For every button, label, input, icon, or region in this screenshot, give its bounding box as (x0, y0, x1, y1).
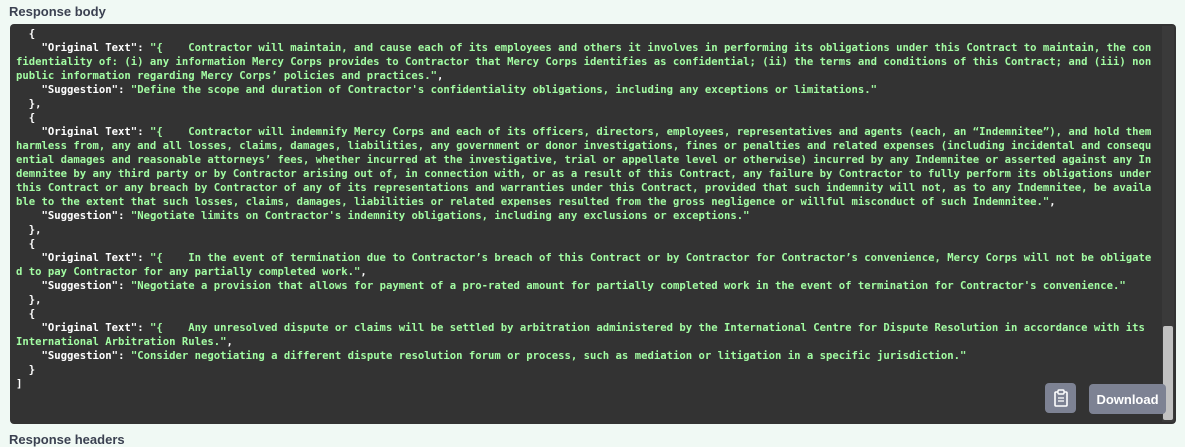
original-text-value: "{ Contractor will indemnify Mercy Corps… (16, 126, 1158, 208)
original-text-key: "Original Text" (41, 252, 138, 264)
suggestion-key: "Suggestion" (41, 84, 119, 96)
response-body-code: { "Original Text": "{ Contractor will ma… (10, 24, 1176, 424)
suggestion-key: "Suggestion" (41, 280, 119, 292)
original-text-key: "Original Text" (41, 126, 138, 138)
download-button[interactable]: Download (1089, 384, 1166, 414)
suggestion-value: "Negotiate a provision that allows for p… (130, 280, 1126, 292)
close-bracket: ] (16, 378, 23, 390)
original-text-value: "{ Any unresolved dispute or claims will… (16, 322, 1152, 348)
vertical-scrollbar[interactable] (1162, 26, 1174, 422)
original-text-value: "{ In the event of termination due to Co… (16, 252, 1152, 278)
clipboard-icon (1053, 389, 1068, 407)
suggestion-value: "Define the scope and duration of Contra… (130, 84, 878, 96)
json-viewer: { "Original Text": "{ Contractor will ma… (16, 28, 1158, 390)
response-headers-title: Response headers (9, 432, 125, 447)
original-text-key: "Original Text" (41, 42, 138, 54)
suggestion-key: "Suggestion" (41, 350, 119, 362)
suggestion-key: "Suggestion" (41, 210, 119, 222)
suggestion-value: "Consider negotiating a different disput… (130, 350, 967, 362)
original-text-key: "Original Text" (41, 322, 138, 334)
copy-to-clipboard-button[interactable] (1045, 383, 1076, 413)
original-text-value: "{ Contractor will maintain, and cause e… (16, 42, 1152, 82)
response-body-title: Response body (9, 4, 106, 19)
suggestion-value: "Negotiate limits on Contractor's indemn… (130, 210, 750, 222)
